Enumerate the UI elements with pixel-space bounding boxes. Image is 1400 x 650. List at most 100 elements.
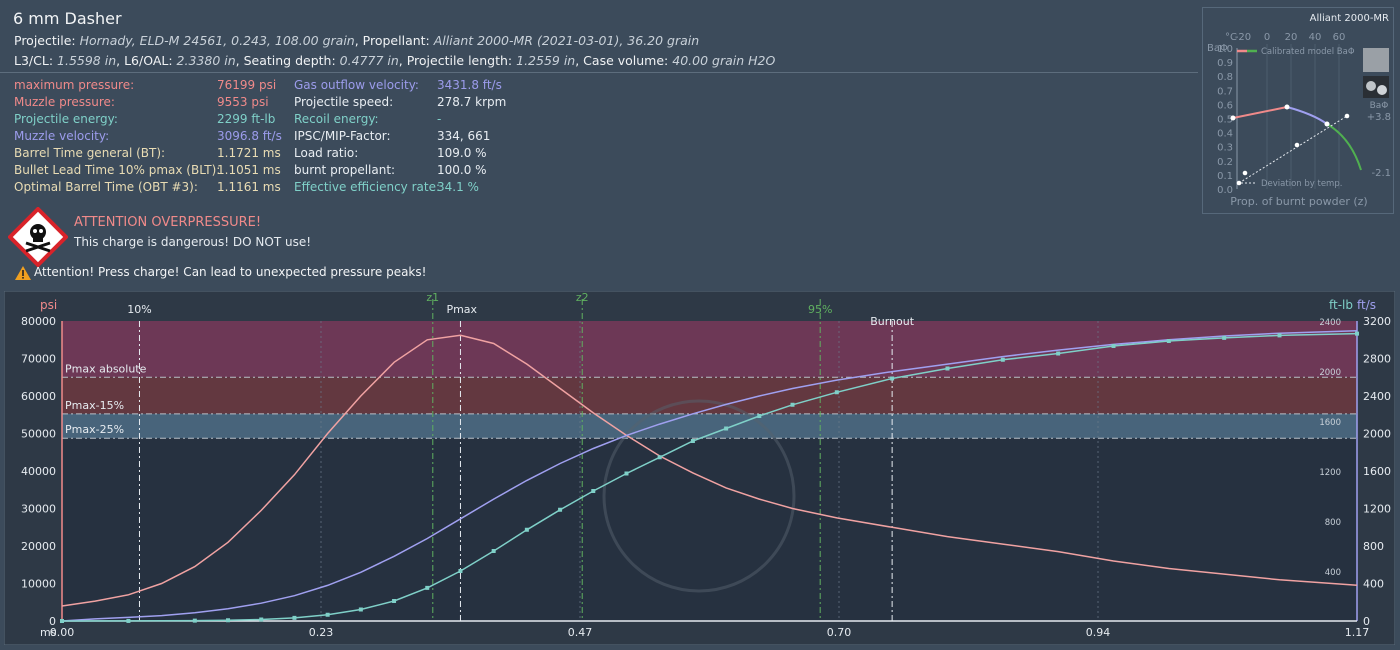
left-tick-label: 50000 [21, 428, 56, 441]
energy-point [790, 402, 795, 407]
x-tick-label: 0.70 [827, 626, 852, 639]
result-label: maximum pressure: [14, 78, 135, 92]
inset-y-tick: 0.8 [1217, 72, 1233, 83]
left-axis-unit: psi [40, 298, 57, 312]
energy-point [60, 619, 64, 623]
energy-tick-label: 1200 [1319, 468, 1341, 478]
energy-point [226, 618, 231, 623]
result-value: 76199 psi [217, 78, 277, 92]
x-tick-label: 0.23 [309, 626, 334, 639]
energy-point [126, 618, 131, 623]
velocity-tick-label: 2400 [1363, 390, 1391, 403]
propellant-model-panel: Alliant 2000-MR BaΦ °C -20 0 20 40 60 1.0 0.9 0.8 0… [1202, 7, 1394, 214]
inset-deviation-point [1344, 113, 1350, 119]
propellant-model-chart: Alliant 2000-MRBaΦ°C-20 0 20 40 601.00.90.80… [1207, 13, 1391, 208]
energy-point [1277, 333, 1282, 338]
energy-point [1222, 335, 1227, 340]
energy-point [392, 599, 397, 603]
info-label: , L6/OAL: [116, 53, 177, 68]
energy-point [425, 585, 430, 590]
result-row: Muzzle pressure: 9553 psi [14, 95, 269, 109]
energy-tick-label: 1600 [1319, 418, 1341, 428]
result-label: Barrel Time general (BT): [14, 146, 166, 160]
velocity-tick-label: 800 [1363, 540, 1384, 553]
inset-side-label: BaΦ [1370, 101, 1389, 111]
overpressure-text: This charge is dangerous! DO NOT use! [74, 235, 312, 249]
propellant-photo-thumb [1363, 48, 1389, 72]
danger-skull-icon [7, 206, 69, 268]
left-tick-label: 80000 [21, 315, 56, 328]
energy-point [292, 615, 297, 620]
inset-top-tick: -20 [1235, 32, 1251, 43]
left-tick-label: 70000 [21, 353, 56, 366]
velocity-tick-label: 2000 [1363, 428, 1391, 441]
propellant-grain-icon [1377, 85, 1387, 95]
zone-label: Pmax absolute [65, 362, 147, 375]
left-tick-label: 0 [49, 615, 56, 628]
result-row: Muzzle velocity: 3096.8 ft/s [14, 129, 282, 143]
energy-point [1166, 339, 1171, 343]
result-row: Recoil energy: - [294, 112, 441, 126]
press-charge-warning: Attention! Press charge! Can lead to une… [34, 265, 427, 279]
velocity-axis-unit: ft/s [1357, 298, 1376, 312]
energy-point [1355, 331, 1359, 336]
result-value: 1.1721 ms [217, 146, 281, 160]
energy-tick-label: 2000 [1319, 368, 1341, 378]
result-label: Load ratio: [294, 146, 359, 160]
energy-point [524, 527, 529, 532]
inset-title: Alliant 2000-MR [1310, 13, 1389, 24]
result-label: Muzzle velocity: [14, 129, 110, 143]
energy-tick-label: 2400 [1319, 318, 1341, 328]
energy-point [558, 507, 563, 512]
zone-above-pmax [62, 321, 1357, 378]
inset-model-point [1324, 121, 1330, 127]
energy-point [591, 489, 596, 493]
inset-red-curve [1232, 106, 1288, 119]
energy-point [945, 366, 950, 371]
energy-point [1056, 351, 1061, 356]
energy-point [1000, 357, 1005, 362]
x-tick-label: 0.47 [568, 626, 593, 639]
result-row: Bullet Lead Time 10% pmax (BLT): 1.1051 m… [14, 163, 281, 177]
energy-point [834, 390, 839, 395]
velocity-tick-label: 400 [1363, 578, 1384, 591]
pressure-velocity-chart: Pmax absolute Pmax-15% Pmax-25% 0.00 0.23 0.4… [3, 290, 1396, 646]
info-label: , Seating depth: [235, 53, 340, 68]
result-row: Effective efficiency rate: 34.1 % [294, 180, 479, 194]
result-row: Projectile energy: 2299 ft-lb [14, 112, 275, 126]
result-label: Projectile speed: [294, 95, 394, 109]
info-value: 1.5598 in [57, 53, 117, 68]
inset-deviation-line [1238, 115, 1348, 184]
cartridge-info-line: L3/CL: 1.5598 in, L6/OAL: 2.3380 in, Sea… [14, 53, 775, 68]
left-tick-label: 20000 [21, 540, 56, 553]
projectile-info-line: Projectile: Hornady, ELD-M 24561, 0.243,… [14, 33, 699, 48]
zone-label: Pmax-15% [65, 399, 124, 412]
info-value: 0.4777 in [339, 53, 399, 68]
info-label: Projectile: [14, 33, 80, 48]
result-label: burnt propellant: [294, 163, 396, 177]
inset-deviation-point [1242, 170, 1248, 176]
result-label: Recoil energy: [294, 112, 379, 126]
overpressure-title: ATTENTION OVERPRESSURE! [74, 215, 262, 230]
header-divider [0, 72, 1198, 73]
energy-point [491, 549, 496, 553]
left-tick-label: 30000 [21, 503, 56, 516]
energy-tick-label: 400 [1325, 568, 1341, 578]
info-label: , Case volume: [575, 53, 673, 68]
energy-tick-label: 800 [1325, 518, 1341, 528]
energy-point [192, 618, 197, 623]
energy-point [325, 612, 330, 617]
event-marker-label: 95% [808, 303, 832, 316]
inset-deviation-point [1236, 180, 1242, 186]
inset-y-tick: 0.9 [1217, 58, 1233, 69]
result-value: 1.1161 ms [217, 180, 281, 194]
energy-point [890, 376, 895, 381]
info-value: 2.3380 in [176, 53, 236, 68]
result-value: 334, 661 [437, 129, 491, 143]
energy-axis-unit: ft-lb [1329, 298, 1353, 312]
inset-y-tick: 0.2 [1217, 157, 1233, 168]
inset-y-tick: 0.7 [1217, 86, 1233, 97]
inset-y-tick: 0.1 [1217, 171, 1233, 182]
result-row: Load ratio: 109.0 % [294, 146, 487, 160]
result-label: IPSC/MIP-Factor: [294, 129, 391, 143]
